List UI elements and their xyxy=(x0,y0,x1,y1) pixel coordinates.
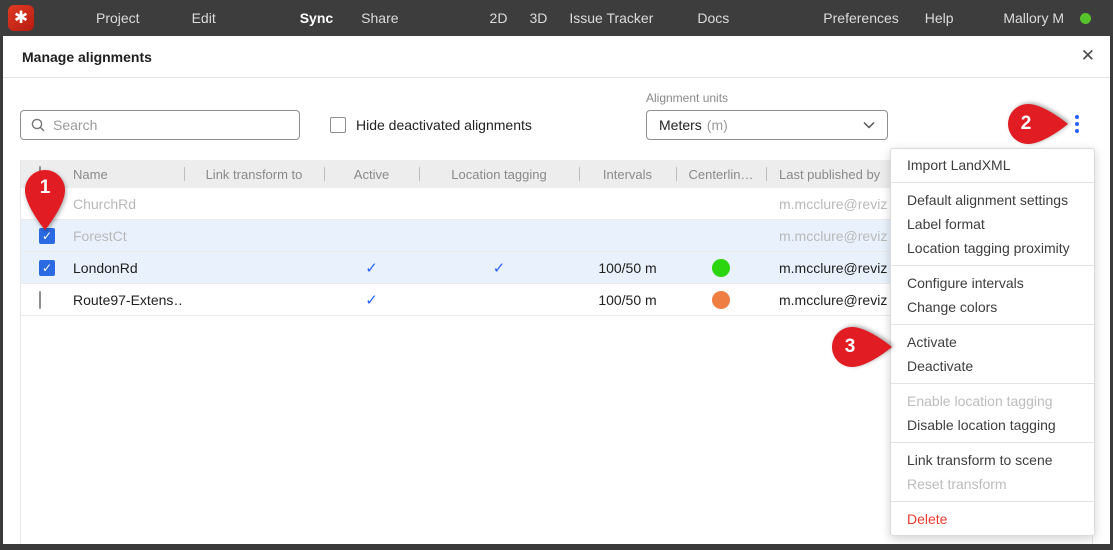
header-location-tagging[interactable]: Location tagging xyxy=(419,167,579,182)
menu-preferences[interactable]: Preferences xyxy=(823,10,898,26)
menu-delete[interactable]: Delete xyxy=(891,507,1094,531)
menu-2d[interactable]: 2D xyxy=(490,10,508,26)
location-tagging-check-icon: ✓ xyxy=(493,260,506,277)
units-suffix: (m) xyxy=(707,117,728,133)
alignment-units-select[interactable]: Meters (m) xyxy=(646,110,888,140)
hide-deactivated-checkbox[interactable] xyxy=(330,117,346,133)
menu-activate[interactable]: Activate xyxy=(891,330,1094,354)
menu-link-transform-to-scene[interactable]: Link transform to scene xyxy=(891,448,1094,472)
menu-separator xyxy=(891,324,1094,325)
search-icon xyxy=(31,118,45,132)
header-name[interactable]: Name xyxy=(57,167,184,182)
menu-separator xyxy=(891,442,1094,443)
header-active[interactable]: Active xyxy=(324,167,419,182)
units-value: Meters xyxy=(659,117,702,133)
chevron-down-icon xyxy=(863,121,875,129)
app-menubar: ✱ Project Edit Sync Share 2D 3D Issue Tr… xyxy=(0,0,1113,36)
menu-share[interactable]: Share xyxy=(361,10,398,26)
menu-project[interactable]: Project xyxy=(96,10,140,26)
logo-glyph: ✱ xyxy=(14,8,28,28)
search-box[interactable] xyxy=(20,110,300,140)
hide-deactivated-control[interactable]: Hide deactivated alignments xyxy=(330,117,532,133)
checkbox-check-icon: ✓ xyxy=(42,230,52,242)
column-separator xyxy=(579,167,580,181)
menu-reset-transform: Reset transform xyxy=(891,472,1094,496)
more-options-button[interactable] xyxy=(1070,112,1084,136)
menu-separator xyxy=(891,501,1094,502)
menu-separator xyxy=(891,265,1094,266)
menu-location-tagging-proximity[interactable]: Location tagging proximity xyxy=(891,236,1094,260)
alignment-units-label: Alignment units xyxy=(646,91,728,105)
menu-edit[interactable]: Edit xyxy=(192,10,216,26)
column-separator xyxy=(676,167,677,181)
column-separator xyxy=(184,167,185,181)
menu-label-format[interactable]: Label format xyxy=(891,212,1094,236)
hide-deactivated-label: Hide deactivated alignments xyxy=(356,117,532,133)
row-checkbox[interactable]: ✓ xyxy=(39,260,55,276)
row-checkbox[interactable] xyxy=(39,195,41,213)
close-icon[interactable]: ✕ xyxy=(1081,46,1095,66)
kebab-icon xyxy=(1075,115,1079,119)
menu-help[interactable]: Help xyxy=(925,10,954,26)
online-status-icon xyxy=(1080,13,1091,24)
menu-change-colors[interactable]: Change colors xyxy=(891,295,1094,319)
alignment-name: Route97-Extens… xyxy=(57,292,184,308)
row-checkbox[interactable]: ✓ xyxy=(39,228,55,244)
alignment-name: ChurchRd xyxy=(57,196,184,212)
user-menu[interactable]: Mallory M xyxy=(1003,10,1064,26)
context-menu: Import LandXML Default alignment setting… xyxy=(890,148,1095,536)
intervals-value: 100/50 m xyxy=(579,292,676,308)
menu-separator xyxy=(891,182,1094,183)
menu-import-landxml[interactable]: Import LandXML xyxy=(891,153,1094,177)
row-checkbox[interactable] xyxy=(39,291,41,309)
column-separator xyxy=(324,167,325,181)
column-separator xyxy=(766,167,767,181)
menu-sync[interactable]: Sync xyxy=(300,10,333,26)
app-logo-icon[interactable]: ✱ xyxy=(8,5,34,31)
checkbox-check-icon: ✓ xyxy=(42,262,52,274)
intervals-value: 100/50 m xyxy=(579,260,676,276)
centerline-color-dot[interactable] xyxy=(712,259,730,277)
menu-default-alignment-settings[interactable]: Default alignment settings xyxy=(891,188,1094,212)
dialog-title: Manage alignments xyxy=(22,49,152,65)
alignment-name: ForestCt xyxy=(57,228,184,244)
centerline-color-dot[interactable] xyxy=(712,291,730,309)
menu-issue-tracker[interactable]: Issue Tracker xyxy=(569,10,653,26)
header-intervals[interactable]: Intervals xyxy=(579,167,676,182)
menu-separator xyxy=(891,383,1094,384)
dialog-titlebar: Manage alignments ✕ xyxy=(0,36,1113,78)
active-check-icon: ✓ xyxy=(365,260,378,277)
search-input[interactable] xyxy=(53,117,289,133)
menu-deactivate[interactable]: Deactivate xyxy=(891,354,1094,378)
menu-enable-location-tagging: Enable location tagging xyxy=(891,389,1094,413)
alignment-name: LondonRd xyxy=(57,260,184,276)
menu-disable-location-tagging[interactable]: Disable location tagging xyxy=(891,413,1094,437)
select-all-checkbox[interactable] xyxy=(39,166,41,183)
menu-3d[interactable]: 3D xyxy=(529,10,547,26)
header-centerline[interactable]: Centerlin… xyxy=(676,167,766,182)
menu-docs[interactable]: Docs xyxy=(697,10,729,26)
header-link-transform[interactable]: Link transform to xyxy=(184,167,324,182)
active-check-icon: ✓ xyxy=(365,292,378,309)
menu-configure-intervals[interactable]: Configure intervals xyxy=(891,271,1094,295)
column-separator xyxy=(419,167,420,181)
